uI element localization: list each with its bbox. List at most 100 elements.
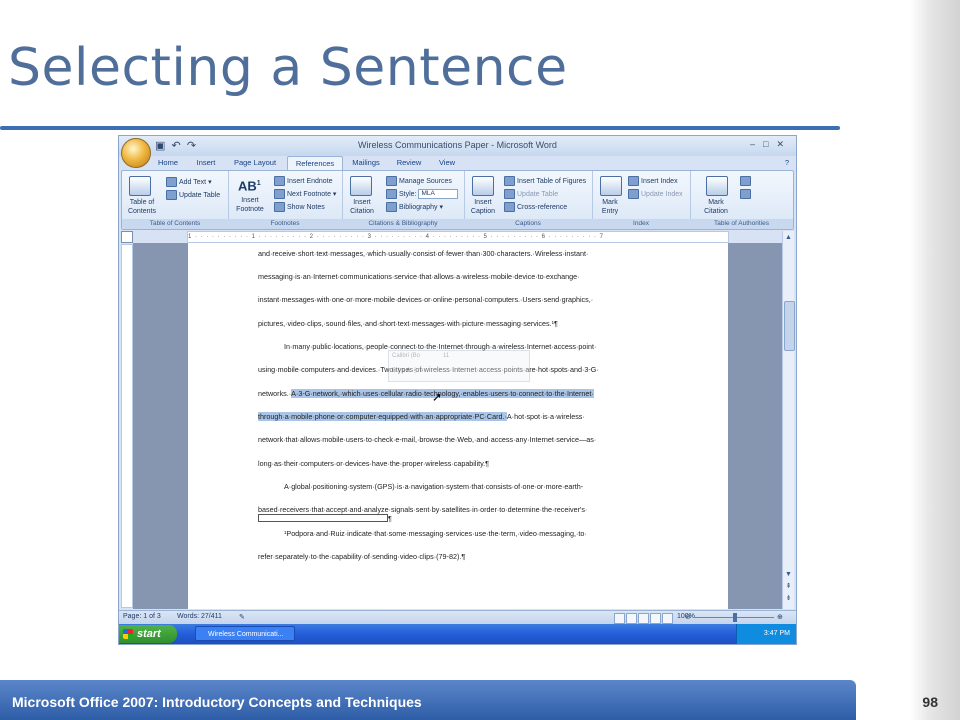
table-of-contents-button[interactable]: Table of Contents bbox=[125, 198, 159, 216]
bibliography-button[interactable]: Bibliography ▾ bbox=[386, 202, 443, 212]
tab-page-layout[interactable]: Page Layout bbox=[229, 156, 281, 170]
footnote-paragraph-mark: ¶ bbox=[388, 514, 392, 523]
scroll-thumb[interactable] bbox=[784, 301, 795, 351]
minimize-icon[interactable]: – bbox=[750, 139, 763, 149]
vertical-ruler[interactable] bbox=[121, 244, 133, 608]
window-controls: –□✕ bbox=[750, 139, 792, 150]
table-of-contents-icon[interactable] bbox=[129, 176, 151, 196]
tab-review[interactable]: Review bbox=[393, 156, 425, 170]
footnote-ab-icon[interactable]: AB1 bbox=[238, 177, 261, 193]
insert-index-icon bbox=[628, 176, 639, 186]
insert-toa-button[interactable] bbox=[740, 176, 753, 186]
vertical-scrollbar[interactable]: ▲ ▼ ⇞ ⇟ bbox=[782, 231, 795, 609]
slide-title: Selecting a Sentence bbox=[8, 38, 568, 98]
tab-home[interactable]: Home bbox=[153, 156, 183, 170]
tab-view[interactable]: View bbox=[433, 156, 461, 170]
manage-sources-button[interactable]: Manage Sources bbox=[386, 176, 452, 186]
update-table-button[interactable]: Update Table bbox=[166, 190, 220, 200]
update-table-figures-button[interactable]: Update Table bbox=[504, 189, 558, 199]
title-bar: ▣ ↶ ↷ Wireless Communications Paper - Mi… bbox=[119, 136, 796, 156]
mark-citation-icon[interactable] bbox=[706, 176, 728, 196]
document-line: A·global·positioning·system·(GPS)·is·a·n… bbox=[284, 482, 584, 491]
mark-citation-button[interactable]: Mark Citation bbox=[698, 198, 734, 216]
text-after-selection: A·hot·spot·is·a·wireless· bbox=[506, 412, 585, 421]
previous-page-icon[interactable]: ⇞ bbox=[784, 582, 793, 591]
status-bar: Page: 1 of 3 Words: 27/411 ✎ 100% ⊖ ⊕ bbox=[119, 610, 796, 625]
document-line: and·receive·short·text·messages,·which·u… bbox=[258, 249, 589, 258]
slide-page-number: 98 bbox=[922, 694, 938, 710]
web-layout-view-icon[interactable] bbox=[638, 613, 649, 624]
mini-font-size[interactable]: 11 bbox=[443, 353, 449, 359]
clock[interactable]: 3:47 PM bbox=[764, 630, 790, 637]
document-line: long·as·their·computers·or·devices·have·… bbox=[258, 459, 490, 468]
group-index: Mark Entry Insert Index Update Index Ind… bbox=[592, 171, 691, 229]
document-area[interactable]: and·receive·short·text·messages,·which·u… bbox=[133, 243, 783, 609]
show-notes-button[interactable]: Show Notes bbox=[274, 202, 325, 212]
horizontal-ruler[interactable]: 1 · · · · · · · · · · 1 · · · · · · · · … bbox=[187, 231, 729, 243]
proofing-icon[interactable]: ✎ bbox=[239, 613, 245, 621]
system-tray: 3:47 PM bbox=[736, 624, 796, 644]
start-button[interactable]: start bbox=[119, 625, 177, 643]
full-screen-view-icon[interactable] bbox=[626, 613, 637, 624]
taskbar-word-button[interactable]: Wireless Communicati... bbox=[195, 626, 295, 641]
scroll-down-icon[interactable]: ▼ bbox=[784, 570, 793, 579]
selected-sentence-part-1[interactable]: A·3-G·network,·which·uses·cellular·radio… bbox=[291, 389, 594, 398]
zoom-out-icon[interactable]: ⊖ bbox=[685, 613, 691, 621]
zoom-in-icon[interactable]: ⊕ bbox=[777, 613, 783, 621]
update-icon bbox=[166, 190, 177, 200]
mouse-pointer-icon: ➚ bbox=[432, 390, 443, 404]
footer-text: Microsoft Office 2007: Introductory Conc… bbox=[12, 694, 422, 710]
cross-reference-icon bbox=[504, 202, 515, 212]
style-icon bbox=[386, 189, 397, 199]
office-button[interactable] bbox=[121, 138, 151, 168]
group-label: Table of Contents bbox=[122, 219, 228, 229]
help-icon[interactable]: ? bbox=[782, 156, 792, 170]
tab-selector[interactable] bbox=[121, 231, 133, 243]
add-text-button[interactable]: Add Text ▾ bbox=[166, 177, 212, 187]
insert-endnote-button[interactable]: Insert Endnote bbox=[274, 176, 333, 186]
next-footnote-icon bbox=[274, 189, 285, 199]
mini-toolbar[interactable]: Calibri (Bo 11 B I ≡ A ⋮ ≡ bbox=[388, 350, 530, 382]
mark-entry-button[interactable]: Mark Entry bbox=[594, 198, 626, 216]
cross-reference-button[interactable]: Cross-reference bbox=[504, 202, 567, 212]
window-title: Wireless Communications Paper - Microsof… bbox=[358, 140, 557, 150]
zoom-slider-thumb[interactable] bbox=[733, 613, 737, 622]
document-line: messaging·is·an·Internet·communications·… bbox=[258, 272, 580, 281]
style-select[interactable]: Style: MLA bbox=[386, 189, 459, 199]
selected-sentence-part-2[interactable]: through·a·mobile·phone·or·computer·equip… bbox=[258, 412, 507, 421]
insert-index-button[interactable]: Insert Index bbox=[628, 176, 678, 186]
page-count[interactable]: Page: 1 of 3 bbox=[123, 613, 161, 620]
print-layout-view-icon[interactable] bbox=[614, 613, 625, 624]
word-count[interactable]: Words: 27/411 bbox=[177, 613, 222, 620]
tab-insert[interactable]: Insert bbox=[189, 156, 223, 170]
insert-caption-icon[interactable] bbox=[472, 176, 494, 196]
tab-mailings[interactable]: Mailings bbox=[347, 156, 385, 170]
show-notes-icon bbox=[274, 202, 285, 212]
mini-format-icons[interactable]: B I ≡ A ⋮ ≡ bbox=[392, 367, 423, 374]
close-icon[interactable]: ✕ bbox=[776, 139, 792, 149]
document-line: network·that·allows·mobile·users·to·chec… bbox=[258, 435, 597, 444]
style-value[interactable]: MLA bbox=[418, 189, 459, 199]
tab-references[interactable]: References bbox=[287, 156, 343, 171]
mini-font-name[interactable]: Calibri (Bo bbox=[392, 353, 420, 359]
update-index-button[interactable]: Update Index bbox=[628, 189, 683, 199]
scroll-up-icon[interactable]: ▲ bbox=[784, 233, 793, 242]
draft-view-icon[interactable] bbox=[662, 613, 673, 624]
document-page[interactable]: and·receive·short·text·messages,·which·u… bbox=[188, 243, 728, 609]
update-toa-button[interactable] bbox=[740, 189, 753, 199]
insert-table-of-figures-button[interactable]: Insert Table of Figures bbox=[504, 176, 586, 186]
insert-citation-icon[interactable] bbox=[350, 176, 372, 196]
group-footnotes: AB1 Insert Footnote Insert Endnote Next … bbox=[228, 171, 343, 229]
insert-caption-button[interactable]: Insert Caption bbox=[466, 198, 500, 216]
next-footnote-button[interactable]: Next Footnote ▾ bbox=[274, 189, 336, 199]
maximize-icon[interactable]: □ bbox=[763, 139, 776, 149]
next-page-icon[interactable]: ⇟ bbox=[784, 594, 793, 603]
footnote-separator bbox=[258, 514, 388, 522]
footnote-line: refer·separately·to·the·capability·of·se… bbox=[258, 552, 466, 561]
mark-entry-icon[interactable] bbox=[600, 176, 622, 196]
document-line-selected: through·a·mobile·phone·or·computer·equip… bbox=[258, 412, 585, 421]
footnote-line: ¹Podpora·and·Ruiz·indicate·that·some·mes… bbox=[284, 529, 587, 538]
insert-footnote-button[interactable]: Insert Footnote bbox=[232, 196, 268, 214]
outline-view-icon[interactable] bbox=[650, 613, 661, 624]
insert-citation-button[interactable]: Insert Citation bbox=[344, 198, 380, 216]
